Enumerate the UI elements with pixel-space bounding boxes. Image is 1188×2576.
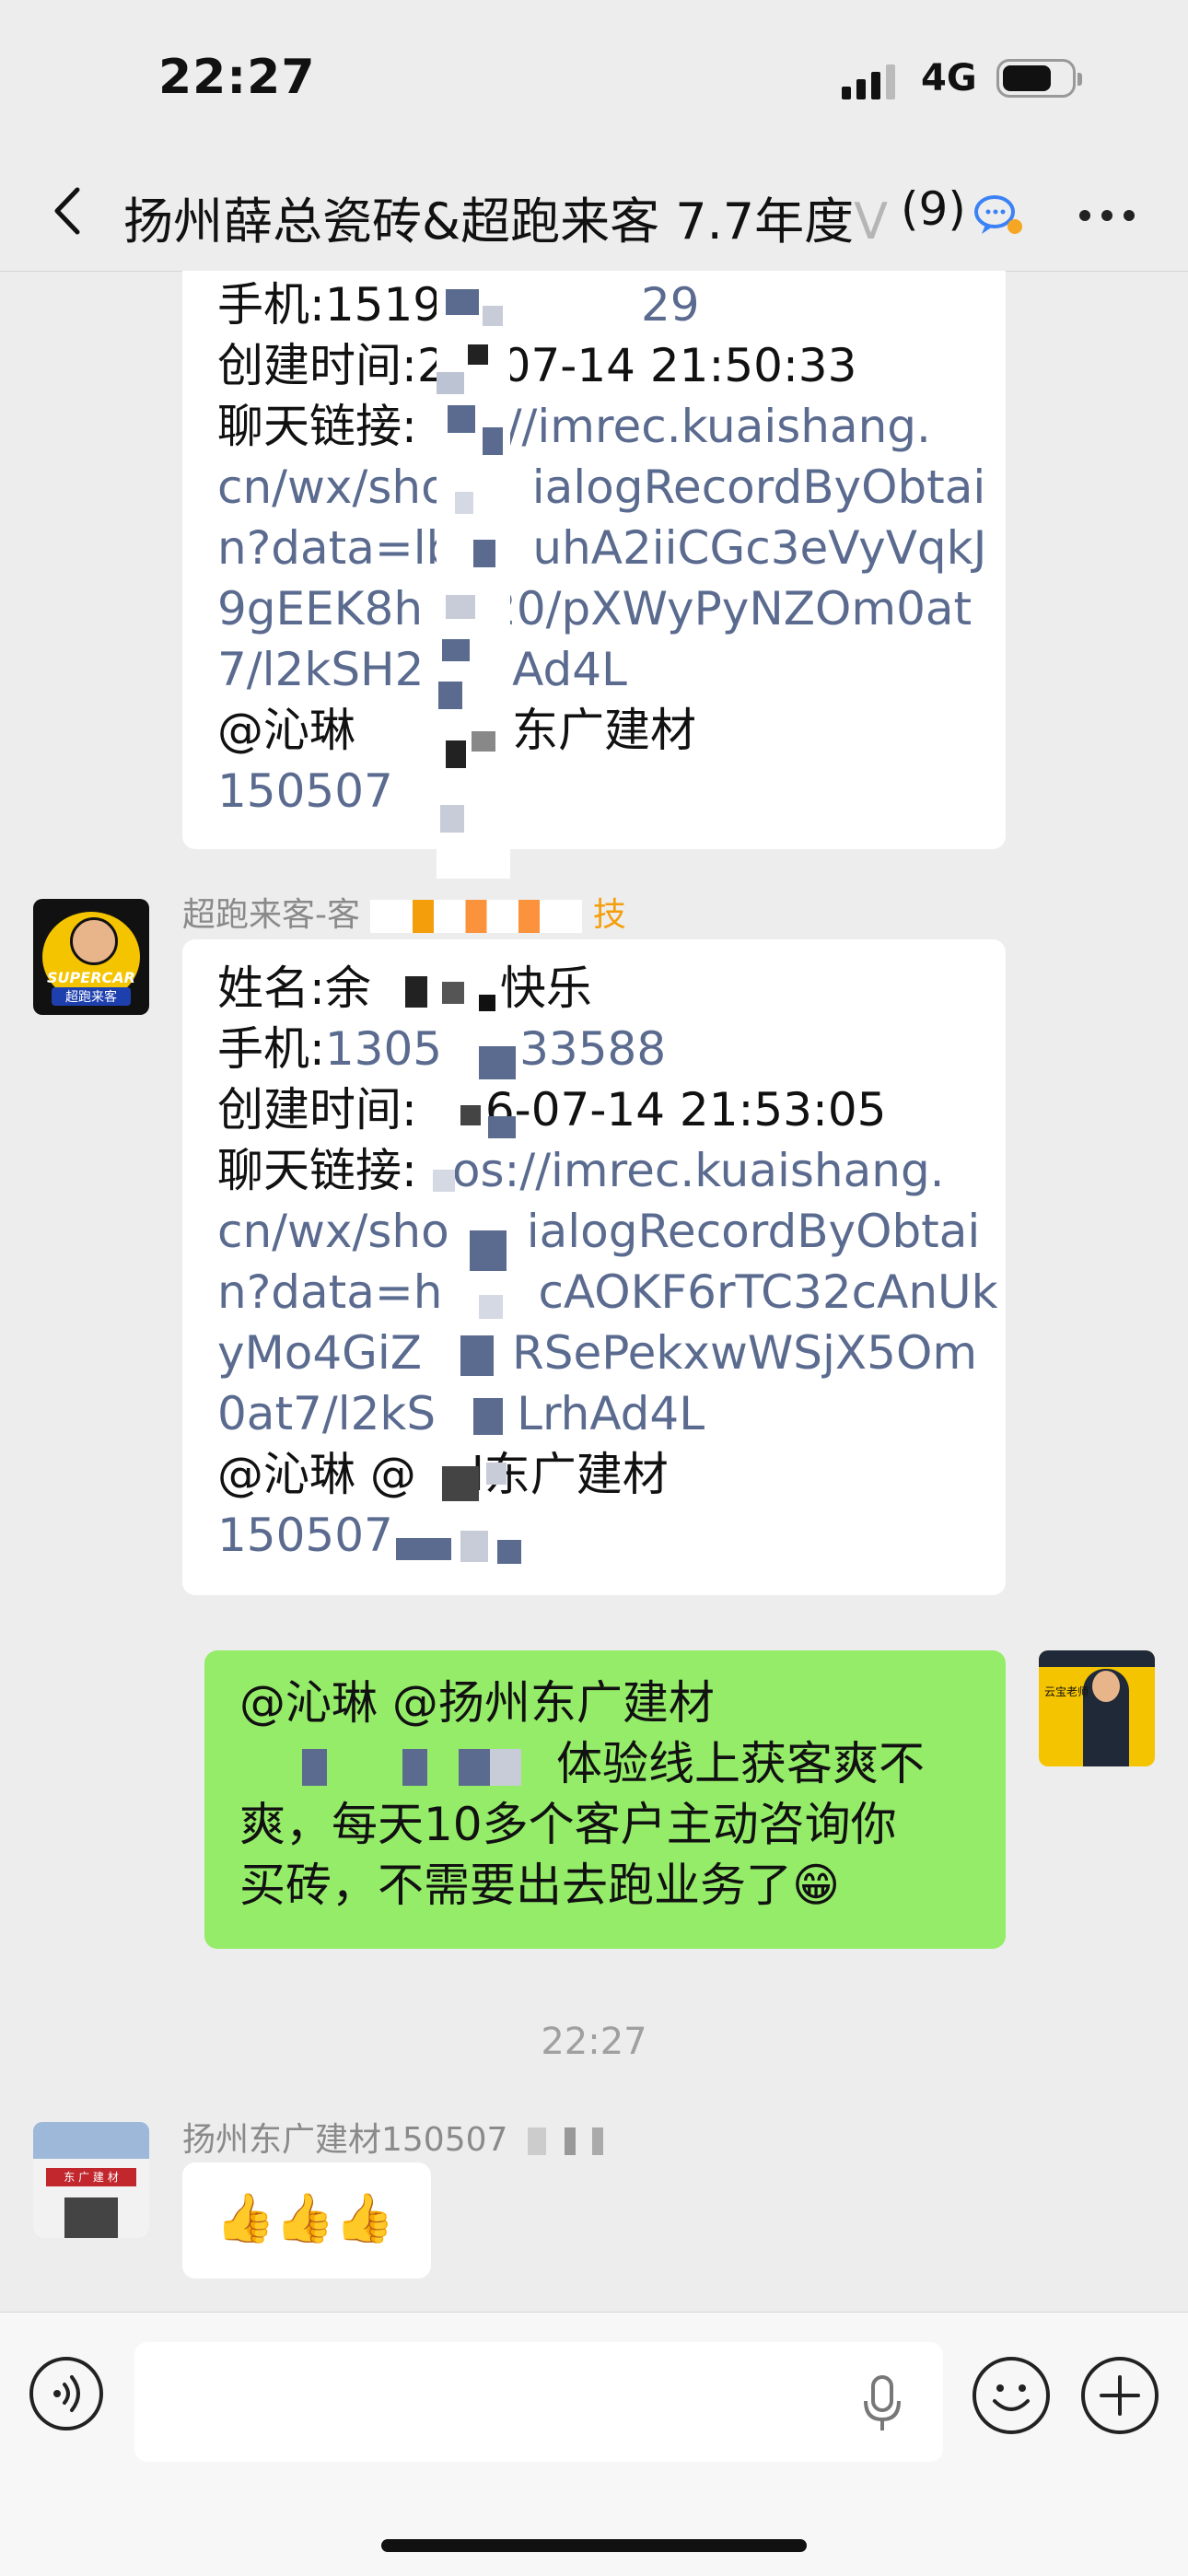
avatar-door <box>64 2197 118 2238</box>
name-label: 姓名:余 <box>217 962 371 1015</box>
message-line[interactable]: 7/l2kSH2 nAd4L <box>217 639 627 700</box>
my-avatar[interactable]: 云宝老师 <box>1039 1650 1155 1766</box>
avatar-label: SUPERCAR <box>47 969 135 986</box>
message-list[interactable]: 手机:1519 29 创建时间:2 07-14 21:50:33 聊天链接: ://… <box>0 271 1188 2312</box>
chat-link[interactable]: ialogRecordByObtai <box>527 1205 981 1258</box>
phone-label: 手机:1519 <box>217 278 443 332</box>
message-line: 体验线上获客爽不 <box>239 1733 925 1794</box>
avatar-sign: 东 广 建 材 <box>46 2168 136 2186</box>
phone-tail: 29 <box>641 278 700 332</box>
sender-name-mosaic <box>370 900 583 933</box>
message-line: 爽，每天10多个客户主动咨询你 <box>239 1798 897 1851</box>
message-text: 👍👍👍 <box>215 2191 395 2246</box>
member-count: (9) <box>901 182 966 236</box>
mention[interactable]: @沁琳 <box>217 704 355 757</box>
message-line: 聊天链接: ://imrec.kuaishang. <box>217 396 931 457</box>
privacy-mosaic <box>396 958 525 1593</box>
message-timestamp: 22:27 <box>541 2021 647 2063</box>
chat-link[interactable]: cn/wx/sho <box>217 460 449 514</box>
message-bubble[interactable]: 手机:1519 29 创建时间:2 07-14 21:50:33 聊天链接: ://… <box>182 271 1006 849</box>
message-line[interactable]: n?data=h cAOKF6rTC32cAnUk <box>217 1262 998 1323</box>
message-line[interactable]: 150507 <box>217 1505 393 1566</box>
phone-label: 手机: <box>217 1022 325 1076</box>
created-label: 创建时间:2 <box>217 339 447 392</box>
chevron-left-icon <box>54 187 80 235</box>
chat-title-fade: V <box>854 192 889 251</box>
chat-link[interactable]: cAOKF6rTC32cAnUk <box>538 1265 997 1319</box>
battery-icon <box>996 59 1082 98</box>
chat-link[interactable]: uhA2iiCGc3eVyVqkJ <box>532 521 986 575</box>
message-line[interactable]: yMo4GiZ RSePekxwWSjX5Om <box>217 1323 977 1383</box>
message-line[interactable]: 9gEEK8h 20/pXWyPyNZOm0at <box>217 578 972 639</box>
message-text: 体验线上获客爽不 <box>556 1737 925 1790</box>
sender-name-text: 扬州东广建材150507 <box>182 2121 508 2159</box>
avatar-caption: 云宝老师 <box>1044 1685 1089 1698</box>
plus-button[interactable] <box>1081 2357 1159 2434</box>
privacy-mosaic <box>239 1748 553 1786</box>
chat-bubble-icon[interactable] <box>971 188 1026 243</box>
input-bar <box>0 2312 1188 2576</box>
sender-avatar[interactable]: SUPERCAR 超跑来客 <box>33 899 149 1015</box>
created-time: 6-07-14 21:53:05 <box>484 1083 887 1136</box>
created-time: 07-14 21:50:33 <box>501 339 857 392</box>
link-label: 聊天链接: <box>217 400 417 453</box>
sender-name: 超跑来客-客 技 <box>182 888 626 936</box>
emoji-button[interactable] <box>973 2357 1050 2434</box>
sender-name-tail: 技 <box>592 896 626 934</box>
phone-number[interactable]: 150507 <box>217 764 393 818</box>
message-line: 创建时间:2 07-14 21:50:33 <box>217 335 856 396</box>
phone-number[interactable]: 150507 <box>217 1509 393 1562</box>
message-line: 买砖，不需要出去跑业务了😁 <box>239 1859 841 1912</box>
voice-button[interactable] <box>29 2357 103 2430</box>
chat-title-text: 扬州薛总瓷砖&超跑来客 7.7年度 <box>123 192 855 251</box>
chat-link[interactable]: 9gEEK8h <box>217 582 423 635</box>
outgoing-message-bubble[interactable]: @沁琳 @扬州东广建材 体验线上获客爽不 爽，每天10多个客户主动咨询你 买砖，… <box>204 1650 1006 1949</box>
chat-link[interactable]: RSePekxwWSjX5Om <box>512 1326 977 1380</box>
avatar-face <box>70 917 118 965</box>
message-line: 创建时间: 6-07-14 21:53:05 <box>217 1079 886 1140</box>
sender-name-text: 超跑来客-客 <box>182 896 360 934</box>
message-line: @沁琳 @扬州东广建材 <box>239 1676 715 1730</box>
sender-name-mosaic <box>518 2127 611 2155</box>
microphone-icon[interactable] <box>862 2373 903 2434</box>
sender-name: 扬州东广建材150507 <box>182 2113 611 2161</box>
chat-link[interactable]: os://imrec.kuaishang. <box>452 1144 945 1197</box>
created-label: 创建时间: <box>217 1083 417 1136</box>
message-bubble[interactable]: 👍👍👍 <box>182 2162 431 2279</box>
message-bubble[interactable]: 姓名:余 快乐 手机:1305 33588 创建时间: 6-07-14 21:53:0… <box>182 939 1006 1595</box>
link-label: 聊天链接: <box>217 1144 417 1197</box>
chat-link[interactable]: ialogRecordByObtai <box>532 460 986 514</box>
chat-link[interactable]: n?data=lb <box>217 521 455 575</box>
chat-title[interactable]: 扬州薛总瓷砖&超跑来客 7.7年度V <box>123 181 952 253</box>
message-line[interactable]: n?data=lb uhA2iiCGc3eVyVqkJ <box>217 518 986 578</box>
avatar-face <box>1092 1671 1120 1702</box>
more-dots-icon[interactable] <box>1074 203 1147 230</box>
chat-header: 扬州薛总瓷砖&超跑来客 7.7年度V (9) <box>0 157 1188 272</box>
signal-strength-icon <box>842 63 895 99</box>
sender-avatar[interactable]: 东 广 建 材 <box>33 2122 149 2238</box>
privacy-mosaic <box>437 271 510 879</box>
chat-link[interactable]: LrhAd4L <box>517 1387 705 1440</box>
chat-link[interactable]: ://imrec.kuaishang. <box>491 400 931 453</box>
back-button[interactable] <box>37 179 101 243</box>
phone-number[interactable]: 33588 <box>519 1022 666 1076</box>
status-bar: 22:27 4G <box>0 0 1188 157</box>
mention[interactable]: @沁琳 @ <box>217 1448 416 1501</box>
status-time: 22:27 <box>158 50 316 105</box>
message-line: 聊天链接: os://imrec.kuaishang. <box>217 1140 945 1201</box>
chat-link[interactable]: 7/l2kSH2 <box>217 643 424 696</box>
avatar-header-strip <box>1039 1650 1155 1667</box>
emoji-icon <box>993 2384 1030 2411</box>
message-input[interactable] <box>134 2342 943 2462</box>
network-type: 4G <box>921 57 977 99</box>
avatar-sublabel: 超跑来客 <box>52 987 131 1006</box>
message-line[interactable]: cn/wx/sho ialogRecordByObtai <box>217 1201 980 1262</box>
chat-link[interactable]: yMo4GiZ <box>217 1326 422 1380</box>
chat-link[interactable]: 20/pXWyPyNZOm0at <box>487 582 972 635</box>
voice-icon <box>53 2375 80 2412</box>
message-line[interactable]: cn/wx/sho ialogRecordByObtai <box>217 457 985 518</box>
home-indicator[interactable] <box>381 2539 807 2552</box>
plus-icon <box>1100 2375 1140 2416</box>
